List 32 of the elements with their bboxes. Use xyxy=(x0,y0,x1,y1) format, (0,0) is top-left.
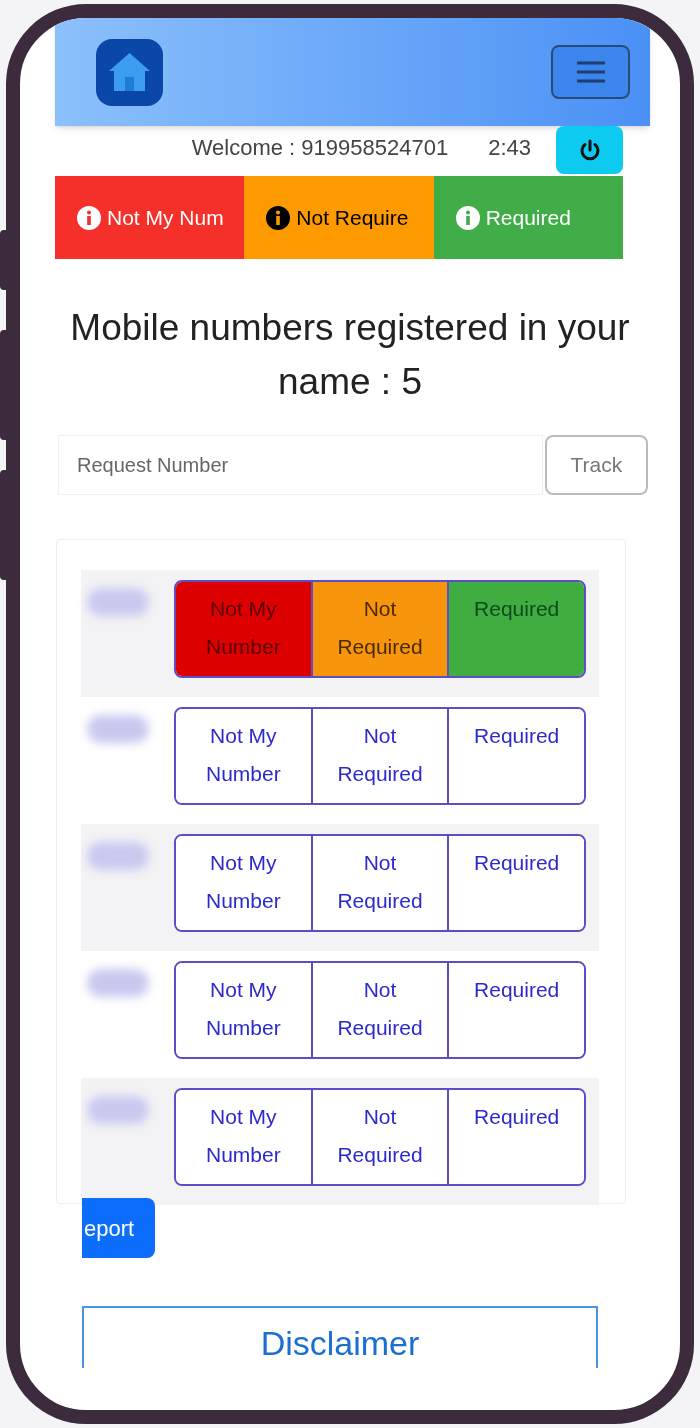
disclaimer-box: Disclaimer xyxy=(82,1306,598,1368)
redacted-number xyxy=(87,1096,149,1124)
info-icon xyxy=(266,205,291,230)
report-button[interactable]: eport xyxy=(82,1198,155,1258)
option-button[interactable]: Required xyxy=(447,582,584,676)
option-button[interactable]: Required xyxy=(447,709,584,803)
welcome-text: Welcome : 919958524701 xyxy=(191,134,449,162)
option-button[interactable]: Required xyxy=(447,1090,584,1184)
info-icon xyxy=(77,205,101,230)
option-button[interactable]: Required xyxy=(447,963,584,1057)
menu-icon xyxy=(574,61,607,83)
option-button[interactable]: Required xyxy=(447,836,584,930)
legend-label: Not Require xyxy=(296,204,409,231)
legend-label: Required xyxy=(485,204,571,231)
option-button[interactable]: Not My Number xyxy=(176,1090,311,1184)
page-heading: Mobile numbers registered in your name : 5 xyxy=(69,306,631,404)
home-icon[interactable] xyxy=(96,38,163,106)
redacted-number xyxy=(87,588,149,616)
request-number-field[interactable]: Request Number xyxy=(58,435,543,495)
legend-label: Not My Num xyxy=(107,204,224,231)
option-button[interactable]: Not Required xyxy=(310,582,448,676)
option-button[interactable]: Not Required xyxy=(310,836,448,930)
redacted-number xyxy=(87,842,149,870)
option-button[interactable]: Not Required xyxy=(310,1090,448,1184)
info-icon xyxy=(455,205,480,230)
option-button[interactable]: Not My Number xyxy=(176,836,311,930)
power-button[interactable] xyxy=(556,126,623,174)
track-button[interactable]: Track xyxy=(544,435,648,495)
redacted-number xyxy=(87,715,149,743)
redacted-number xyxy=(87,969,149,997)
clock-time: 2:43 xyxy=(488,134,531,162)
menu-button[interactable] xyxy=(551,45,630,99)
